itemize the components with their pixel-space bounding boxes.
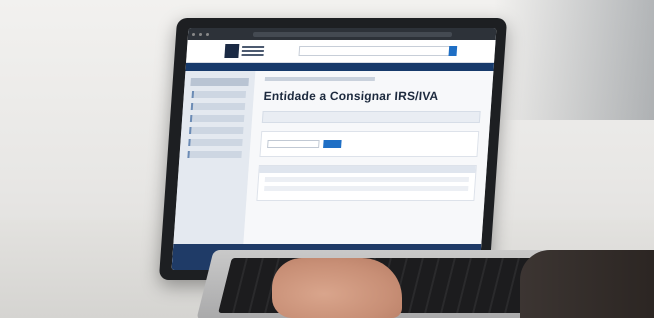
window-control-icon — [205, 32, 210, 36]
address-bar — [252, 31, 453, 37]
site-logo-icon — [224, 44, 240, 58]
site-header — [186, 40, 496, 63]
typing-hand — [272, 258, 402, 318]
breadcrumb — [264, 77, 376, 81]
sidebar-item — [187, 151, 242, 158]
page-title: Entidade a Consignar IRS/IVA — [263, 89, 439, 103]
results-table — [256, 165, 477, 201]
site-search-input — [298, 46, 452, 56]
site-logo-text — [242, 46, 265, 48]
photo-scene: Entidade a Consignar IRS/IVA — [0, 0, 654, 318]
sidebar-item — [188, 139, 243, 146]
sidebar-item — [190, 103, 246, 110]
site-navigation-bar — [185, 63, 495, 71]
window-control-icon — [191, 32, 196, 36]
sidebar-item — [189, 127, 244, 134]
search-form — [259, 131, 480, 157]
page-layout: Entidade a Consignar IRS/IVA — [171, 71, 494, 270]
browser-toolbar — [187, 28, 497, 40]
main-content: Entidade a Consignar IRS/IVA — [241, 71, 494, 270]
window-control-icon — [198, 32, 203, 36]
info-box — [261, 111, 481, 123]
laptop-screen: Entidade a Consignar IRS/IVA — [171, 28, 497, 270]
sidebar-item — [189, 115, 245, 122]
search-button — [323, 140, 342, 148]
sidebar-item — [191, 91, 247, 98]
site-search-button — [448, 46, 458, 56]
background-wall — [494, 0, 654, 120]
sidebar-menu-title — [190, 78, 249, 86]
table-row — [264, 186, 469, 191]
table-row — [264, 177, 470, 182]
year-select — [267, 140, 320, 148]
person-arm — [520, 250, 654, 318]
table-header — [259, 166, 476, 173]
